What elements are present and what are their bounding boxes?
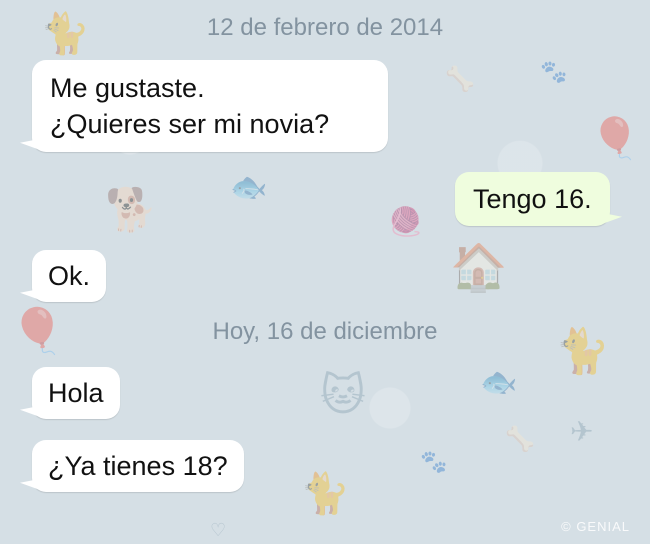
chat-area: 🐈 🦴 🐾 ♡ 🎈 🐟 🧶 🐕 🏠 🎈 🐈 🐱 🐟 🦴 ✈ 🐾 🐈 ♡ 12 d… [0,0,650,544]
paw-doodle-icon: 🐾 [540,60,568,85]
fish-bone-doodle-icon: 🐟 [480,365,518,400]
bone-doodle-icon: 🦴 [505,425,535,453]
incoming-message-bubble[interactable]: Me gustaste. ¿Quieres ser mi novia? [32,60,388,152]
cat-doodle-icon: 🐱 [320,370,366,421]
date-separator: Hoy, 16 de diciembre [212,318,438,345]
doghouse-doodle-icon: 🏠 [450,240,508,294]
message-text: Ok. [48,261,91,291]
bone-doodle-icon: 🦴 [445,65,475,93]
paper-plane-doodle-icon: ✈ [570,415,594,448]
yarn-doodle-icon: 🧶 [388,205,423,238]
message-text: Hola [48,378,104,408]
dog-doodle-icon: 🐕 [105,185,158,234]
message-text: ¿Ya tienes 18? [48,451,228,481]
message-text-line: Me gustaste. [50,73,205,103]
paw-doodle-icon: 🐾 [420,450,448,475]
incoming-message-bubble[interactable]: ¿Ya tienes 18? [32,440,244,492]
message-text-line: ¿Quieres ser mi novia? [50,109,330,139]
message-text: Tengo 16. [473,184,592,214]
balloon-doodle-icon: 🎈 [590,116,640,162]
cat-doodle-icon: 🐈 [300,471,350,517]
fish-bone-doodle-icon: 🐟 [230,170,268,205]
heart-doodle-icon: ♡ [210,520,227,541]
watermark: © GENIAL [561,519,630,534]
incoming-message-bubble[interactable]: Hola [32,367,120,419]
date-separator: 12 de febrero de 2014 [206,14,444,41]
incoming-message-bubble[interactable]: Ok. [32,250,107,302]
outgoing-message-bubble[interactable]: Tengo 16. [455,172,610,226]
